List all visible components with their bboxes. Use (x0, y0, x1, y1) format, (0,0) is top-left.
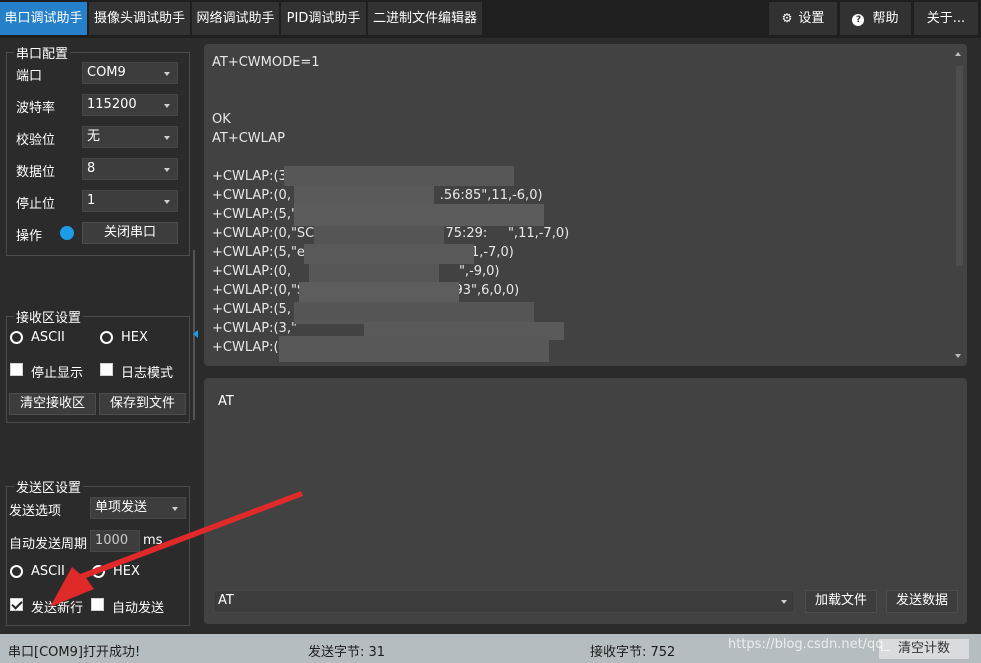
annotation-arrow (50, 491, 303, 607)
arrow-shape (50, 491, 303, 607)
status-message: 串口[COM9]打开成功! (8, 645, 141, 660)
sent-bytes: 发送字节: 31 (308, 645, 386, 660)
clear-count-button[interactable]: 清空计数 (878, 638, 970, 660)
watermark: https://blog.csdn.net/qq_ (728, 637, 891, 652)
recv-bytes: 接收字节: 752 (590, 645, 676, 660)
